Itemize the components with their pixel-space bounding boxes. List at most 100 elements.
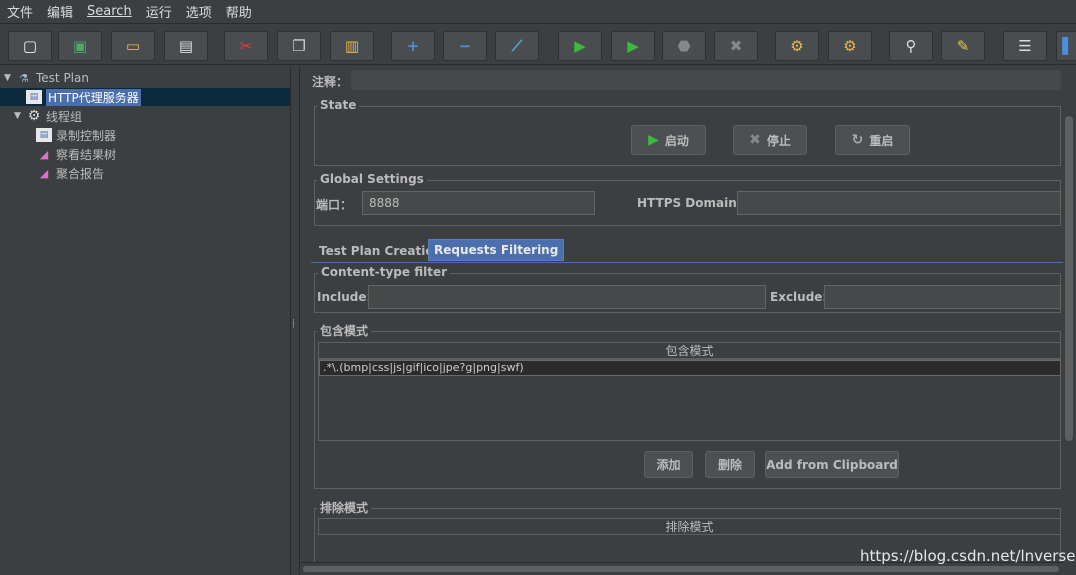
https-domains-input[interactable]: [737, 191, 1061, 215]
gear-icon: ⚙: [27, 108, 41, 124]
vertical-scrollbar[interactable]: [1063, 116, 1075, 575]
clear-button[interactable]: ⚙: [775, 31, 819, 61]
add-from-clipboard-button[interactable]: Add from Clipboard: [765, 451, 899, 478]
paste-button[interactable]: ▥: [330, 31, 374, 61]
stop-label: 停止: [766, 133, 791, 148]
expand-button[interactable]: +: [391, 31, 435, 61]
paste-icon: ▥: [344, 36, 360, 55]
collapse-button[interactable]: −: [443, 31, 487, 61]
tree-node-label: 录制控制器: [56, 128, 117, 143]
tree-node-aggregate-report[interactable]: ◢ 聚合报告: [36, 164, 104, 182]
collapse-icon: −: [458, 36, 472, 55]
menu-bar: 文件 编辑 Search 运行 选项 帮助: [0, 0, 1076, 24]
include-patterns-legend: 包含模式: [317, 322, 372, 339]
flask-icon: ⚗: [19, 71, 29, 85]
add-button[interactable]: 添加: [644, 451, 693, 478]
tree-node-view-results-tree[interactable]: ◢ 察看结果树: [36, 145, 116, 163]
search-icon: ⚲: [905, 36, 917, 55]
restart-label: 重启: [869, 133, 894, 148]
chart-icon: ◢: [39, 166, 49, 180]
stop-button[interactable]: ⬣: [662, 31, 706, 61]
comments-label: 注释：: [312, 75, 349, 89]
tree-node-label: 线程组: [46, 109, 83, 124]
cut-icon: ✂: [239, 36, 253, 55]
start-button[interactable]: ▶: [558, 31, 602, 61]
exclude-patterns-header[interactable]: 排除模式: [318, 518, 1061, 535]
collapse-arrow-icon[interactable]: ▼: [14, 111, 26, 121]
shutdown-icon: ✖: [729, 36, 743, 55]
start-icon: ▶: [574, 36, 586, 55]
copy-icon: ❐: [292, 36, 306, 55]
state-legend: State: [317, 98, 360, 112]
menu-options[interactable]: 选项: [185, 2, 213, 21]
menu-edit[interactable]: 编辑: [46, 2, 74, 21]
table-row[interactable]: .*\.(bmp|css|js|gif|ico|jpe?g|png|swf): [319, 360, 1061, 376]
help-button[interactable]: ▌: [1056, 31, 1076, 61]
toggle-button[interactable]: ⟋: [495, 31, 539, 61]
scrollbar-thumb[interactable]: [1065, 116, 1073, 441]
open-button[interactable]: ▭: [111, 31, 155, 61]
drag-handle-icon[interactable]: ⁞ ⁞: [292, 319, 295, 331]
stop-button[interactable]: ✖ 停止: [733, 125, 807, 155]
content-type-legend: Content-type filter: [318, 265, 450, 279]
stop-icon: ⬣: [677, 36, 691, 55]
tree-node-recording-controller[interactable]: ▤ 录制控制器: [36, 126, 116, 144]
collapse-arrow-icon[interactable]: ▼: [4, 73, 16, 83]
include-input[interactable]: [368, 285, 766, 309]
menu-search[interactable]: Search: [86, 4, 133, 19]
menu-help[interactable]: 帮助: [225, 2, 253, 21]
start-button[interactable]: ▶ 启动: [631, 125, 706, 155]
new-button[interactable]: ▢: [8, 31, 52, 61]
delete-button[interactable]: 删除: [705, 451, 755, 478]
global-settings-legend: Global Settings: [317, 172, 427, 186]
clear-all-button[interactable]: ⚙: [828, 31, 872, 61]
restart-button[interactable]: ↻ 重启: [835, 125, 910, 155]
open-icon: ▭: [125, 36, 141, 55]
proxy-server-icon: ▤: [26, 90, 42, 104]
menu-run[interactable]: 运行: [145, 2, 173, 21]
function-helper-icon: ☰: [1018, 36, 1032, 55]
save-button[interactable]: ▤: [164, 31, 208, 61]
shutdown-button[interactable]: ✖: [714, 31, 758, 61]
tree-node-http-proxy[interactable]: ▤ HTTP代理服务器: [0, 88, 290, 106]
tree-node-label: 察看结果树: [56, 147, 117, 162]
exclude-patterns-legend: 排除模式: [317, 499, 372, 516]
comments-input[interactable]: [351, 70, 1061, 90]
reset-search-icon: ✎: [956, 36, 970, 55]
port-label: 端口：: [316, 198, 353, 212]
tree-node-label: Test Plan: [36, 71, 89, 85]
reset-search-button[interactable]: ✎: [941, 31, 985, 61]
templates-button[interactable]: ▣: [58, 31, 102, 61]
port-input[interactable]: 8888: [362, 191, 595, 215]
start-no-pauses-icon: ▶: [627, 36, 639, 55]
include-label: Include:: [317, 290, 372, 304]
exclude-label: Exclude:: [770, 290, 828, 304]
toggle-icon: ⟋: [511, 36, 523, 55]
tab-requests-filtering[interactable]: Requests Filtering: [428, 239, 565, 261]
clear-all-icon: ⚙: [843, 36, 857, 55]
include-patterns-header[interactable]: 包含模式: [318, 342, 1061, 359]
exclude-input[interactable]: [824, 285, 1061, 309]
search-button[interactable]: ⚲: [889, 31, 933, 61]
test-plan-tree: ▼ ⚗ Test Plan ▤ HTTP代理服务器 ▼ ⚙ 线程组 ▤ 录制控制…: [0, 66, 291, 575]
cut-button[interactable]: ✂: [224, 31, 268, 61]
chart-icon: ◢: [39, 147, 49, 161]
start-label: 启动: [664, 133, 689, 148]
split-pane-divider[interactable]: ⁞ ⁞: [291, 66, 300, 575]
controller-icon: ▤: [36, 128, 52, 142]
save-icon: ▤: [178, 36, 194, 55]
tree-node-label: 聚合报告: [56, 166, 105, 181]
tree-node-label: HTTP代理服务器: [46, 88, 141, 106]
toolbar: ▢ ▣ ▭ ▤ ✂ ❐ ▥ + − ⟋ ▶ ▶ ⬣ ✖ ⚙ ⚙ ⚲ ✎ ☰ ▌: [0, 25, 1076, 65]
templates-icon: ▣: [72, 36, 88, 55]
tab-underline: [311, 262, 1063, 263]
menu-file[interactable]: 文件: [6, 2, 34, 21]
scrollbar-thumb[interactable]: [303, 566, 1059, 572]
function-helper-button[interactable]: ☰: [1003, 31, 1047, 61]
https-domains-label: HTTPS Domains:: [637, 196, 749, 210]
new-icon: ▢: [22, 36, 38, 55]
tree-node-test-plan[interactable]: ▼ ⚗ Test Plan: [4, 69, 89, 87]
start-no-pauses-button[interactable]: ▶: [611, 31, 655, 61]
tree-node-thread-group[interactable]: ▼ ⚙ 线程组: [14, 107, 82, 125]
copy-button[interactable]: ❐: [277, 31, 321, 61]
